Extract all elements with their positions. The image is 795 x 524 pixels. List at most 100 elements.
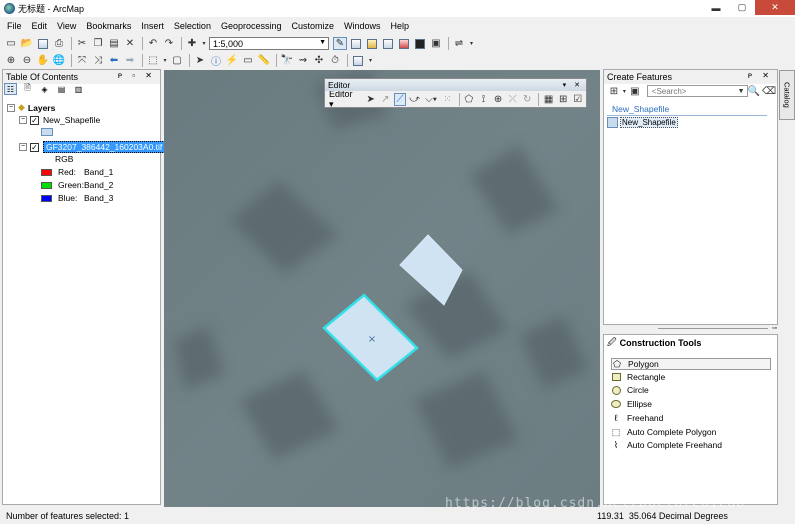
toolbar-options-icon[interactable]: ▾ (468, 37, 475, 50)
measure-icon[interactable]: 📏 (257, 54, 271, 67)
time-slider-icon[interactable]: ⏱ (328, 54, 342, 67)
redo-icon[interactable]: ↷ (162, 37, 176, 50)
attributes-icon[interactable]: ▦ (542, 93, 555, 106)
filter-icon[interactable]: ▾ (622, 85, 627, 98)
feature-template-item[interactable]: New_Shapefile (607, 117, 678, 128)
construction-tool-circle[interactable]: Circle (611, 384, 649, 396)
toolbar-options-icon[interactable]: ▾ (367, 54, 374, 67)
editor-toolbar-controls[interactable]: ▾ ✕ (563, 81, 583, 89)
map-scale-combo[interactable]: 1:5,000 ▼ (209, 37, 329, 50)
layer-visibility-checkbox[interactable]: ✓ (30, 142, 39, 152)
list-by-selection-icon[interactable]: ▤ (55, 83, 68, 95)
model-builder-icon[interactable]: ▣ (429, 37, 443, 50)
red-band-swatch[interactable] (41, 168, 52, 176)
hyperlink-icon[interactable]: ⚡ (225, 54, 239, 67)
collapse-layer-icon[interactable]: − (19, 116, 27, 124)
dropdown-arrow-icon[interactable]: ▾ (201, 37, 207, 50)
toc-options-icon[interactable]: ▥ (72, 83, 85, 95)
zoom-in-icon[interactable]: ⊕ (4, 54, 18, 67)
menu-view[interactable]: View (57, 21, 76, 31)
construction-tool-rectangle[interactable]: Rectangle (611, 371, 665, 383)
go-to-xy-icon[interactable]: ✣ (312, 54, 326, 67)
catalog-side-tab[interactable]: Catalog (779, 70, 795, 120)
table-of-contents-icon[interactable] (349, 37, 363, 50)
dropdown-arrow-icon[interactable]: ▾ (162, 54, 168, 67)
template-search-input[interactable]: <Search> ▼ (646, 85, 748, 97)
previous-extent-icon[interactable]: ⬅ (107, 54, 121, 67)
delete-icon[interactable]: ✕ (123, 37, 137, 50)
find-route-icon[interactable]: ⇝ (296, 54, 310, 67)
open-icon[interactable]: 📂 (20, 37, 34, 50)
arctoolbox-icon[interactable] (397, 37, 411, 50)
editor-toolbar-icon[interactable]: ✎ (333, 37, 347, 50)
list-by-source-icon[interactable]: 🗎 (21, 83, 34, 95)
construction-tool-freehand[interactable]: ℓ Freehand (611, 412, 664, 424)
organize-templates-icon[interactable]: ⊞ (608, 85, 620, 98)
fixed-zoom-out-icon[interactable]: ⤨ (91, 54, 105, 67)
create-features-controls[interactable]: ᴘ ✕ (748, 71, 773, 80)
cut-polygons-icon[interactable]: ⊕ (492, 93, 505, 106)
select-features-icon[interactable]: ⬚ (146, 54, 160, 67)
print-icon[interactable]: ⎙ (52, 37, 66, 50)
find-icon[interactable]: 🔭 (280, 54, 294, 67)
zoom-out-icon[interactable]: ⊖ (20, 54, 34, 67)
list-by-visibility-icon[interactable]: ◈ (38, 83, 51, 95)
html-popup-icon[interactable]: ▭ (241, 54, 255, 67)
panel-splitter[interactable]: ▫▫ (608, 324, 778, 332)
list-by-drawing-order-icon[interactable]: ☷ (4, 83, 17, 95)
fixed-zoom-in-icon[interactable]: ⤧ (75, 54, 89, 67)
collapse-layers-icon[interactable]: − (7, 103, 15, 112)
next-extent-icon[interactable]: ➡ (123, 54, 137, 67)
menu-insert[interactable]: Insert (141, 21, 164, 31)
endpoint-arc-icon[interactable]: ⤻ (408, 93, 421, 106)
reshape-icon[interactable]: ⟟ (477, 93, 490, 106)
construction-tool-auto-complete-polygon[interactable]: ⬚ Auto Complete Polygon (611, 426, 717, 438)
search-window-icon[interactable] (381, 37, 395, 50)
edit-annotation-icon[interactable]: ↗ (379, 93, 392, 106)
search-icon[interactable]: 🔍 (748, 85, 760, 98)
undo-icon[interactable]: ↶ (146, 37, 160, 50)
select-elements-icon[interactable]: ➤ (193, 54, 207, 67)
layer-visibility-checkbox[interactable]: ✓ (30, 115, 39, 125)
toc-controls[interactable]: ᴘ ▫ ✕ (118, 71, 156, 80)
menu-customize[interactable]: Customize (292, 21, 335, 31)
menu-edit[interactable]: Edit (32, 21, 48, 31)
collapse-layer-icon[interactable]: − (19, 143, 27, 151)
paste-icon[interactable]: ▤ (107, 37, 121, 50)
add-data-icon[interactable]: ✚ (185, 37, 199, 50)
construction-tool-polygon[interactable]: ⬠ Polygon (611, 358, 771, 370)
blue-band-swatch[interactable] (41, 194, 52, 202)
splitter-controls-icon[interactable]: ▫▫ (772, 325, 777, 332)
menu-windows[interactable]: Windows (344, 21, 381, 31)
rotate-icon[interactable]: ↻ (521, 93, 534, 106)
layer-item-raster[interactable]: − ✓ GF3207_386442_160203A0.tif (19, 141, 166, 153)
map-view[interactable]: × (164, 70, 600, 507)
new-document-icon[interactable]: ▭ (4, 37, 18, 50)
create-features-icon[interactable]: ☑ (572, 93, 585, 106)
copy-icon[interactable]: ❐ (91, 37, 105, 50)
map-canvas[interactable]: × (164, 70, 600, 507)
close-button[interactable]: ✕ (755, 0, 795, 15)
menu-help[interactable]: Help (391, 21, 410, 31)
cut-icon[interactable]: ✂ (75, 37, 89, 50)
clear-selection-icon[interactable]: ▢ (170, 54, 184, 67)
catalog-window-icon[interactable] (365, 37, 379, 50)
minimize-button[interactable]: ▬ (703, 0, 729, 15)
clear-search-icon[interactable]: ⌫ (762, 85, 776, 98)
template-view-icon[interactable]: ▣ (629, 85, 641, 98)
pan-icon[interactable]: ✋ (36, 54, 50, 67)
geoprocessing-icon[interactable]: ⇌ (452, 37, 466, 50)
layer-item-new-shapefile[interactable]: − ✓ New_Shapefile (19, 115, 100, 125)
maximize-button[interactable]: ▢ (729, 0, 755, 15)
menu-geoprocessing[interactable]: Geoprocessing (221, 21, 282, 31)
trace-icon[interactable]: ⌵▾ (423, 93, 439, 106)
python-window-icon[interactable] (413, 37, 427, 50)
construction-tool-auto-complete-freehand[interactable]: ⌇ Auto Complete Freehand (611, 439, 722, 451)
save-icon[interactable] (36, 37, 50, 50)
split-icon[interactable]: ⤫ (506, 93, 519, 106)
create-viewer-window-icon[interactable] (351, 54, 365, 67)
green-band-swatch[interactable] (41, 181, 52, 189)
construction-tool-ellipse[interactable]: Ellipse (611, 398, 652, 410)
point-tool-icon[interactable]: ⁙ (441, 93, 454, 106)
shapefile-symbol-swatch[interactable] (41, 128, 53, 136)
